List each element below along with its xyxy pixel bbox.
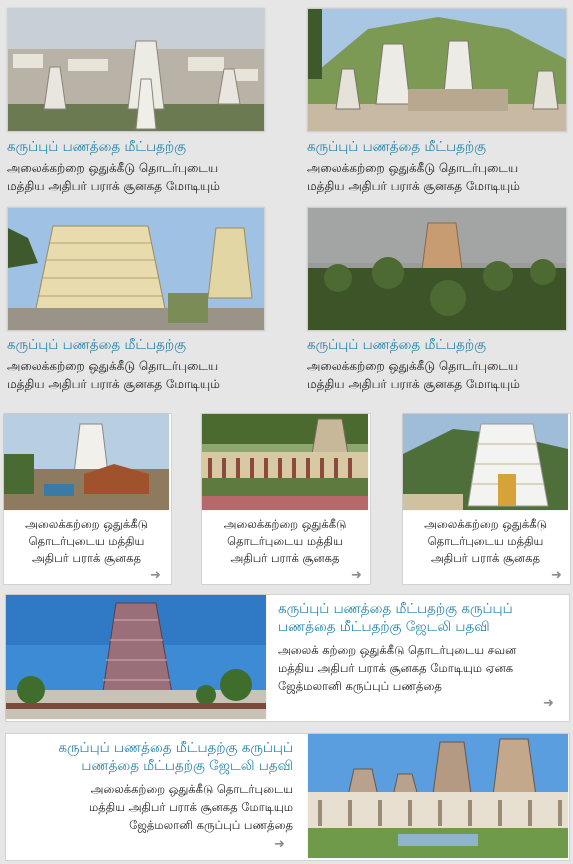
small-card-2-line-2: தொடர்புடைய மத்திய: [227, 534, 343, 548]
arrow-right-icon[interactable]: ➜: [543, 697, 554, 710]
card-2-description: அலைக்கற்றை ஒதுக்கீடு தொடர்புடைய மத்திய அ…: [307, 159, 520, 195]
card-4-desc-line-1: அலைக்கற்றை ஒதுக்கீடு தொடர்புடைய: [307, 359, 519, 373]
small-card-3-line-1: அலைக்கற்றை ஒதுக்கீடு: [424, 517, 547, 531]
arrow-right-icon[interactable]: ➜: [274, 838, 285, 851]
feature-b-image[interactable]: [308, 734, 568, 858]
small-card-3: அலைக்கற்றை ஒதுக்கீடு தொடர்புடைய மத்திய அ…: [402, 413, 571, 585]
feature-a-line-1: அலைக் கற்றை ஒதுக்கீடு தொடர்புடைய சவன: [278, 643, 517, 657]
card-1-image[interactable]: [7, 8, 265, 132]
card-4-description: அலைக்கற்றை ஒதுக்கீடு தொடர்புடைய மத்திய அ…: [307, 357, 520, 393]
feature-a-line-3: ஜேத்மலானி கருப்புப் பணத்தை: [278, 679, 442, 693]
small-card-3-description: அலைக்கற்றை ஒதுக்கீடு தொடர்புடைய மத்திய அ…: [403, 516, 568, 567]
card-4-desc-line-2: மத்திய அதிபர் பராக் சூனகத மோடியும்: [307, 377, 520, 391]
card-1-title[interactable]: கருப்புப் பணத்தை மீட்பதற்கு: [7, 139, 186, 156]
small-card-2-line-1: அலைக்கற்றை ஒதுக்கீடு: [223, 517, 347, 531]
feature-b-line-3: ஜேத்மலானி கருப்புப் பணத்தை: [129, 818, 293, 832]
feature-b-title-line-2[interactable]: பணத்தை மீட்பதற்கு ஜேடலி பதவி: [81, 758, 293, 775]
small-card-1-description: அலைக்கற்றை ஒதுக்கீடு தொடர்புடைய மத்திய அ…: [4, 516, 169, 567]
card-2-image[interactable]: [307, 8, 567, 132]
arrow-right-icon[interactable]: ➜: [351, 569, 362, 582]
small-card-2-description: அலைக்கற்றை ஒதுக்கீடு தொடர்புடைய மத்திய அ…: [202, 516, 368, 567]
feature-b-line-1: அலைக்கற்றை ஒதுக்கீடு தொடர்புடைய: [90, 782, 293, 796]
small-card-3-line-3: அதிபர் பராக் சூனகத: [431, 551, 540, 565]
card-3-desc-line-2: மத்திய அதிபர் பராக் சூனகத மோடியும்: [7, 377, 220, 391]
feature-b-description: அலைக்கற்றை ஒதுக்கீடு தொடர்புடைய மத்திய அ…: [89, 780, 293, 834]
feature-a-line-2: மத்திய அதிபர் பராக் சூனகத மோடியும ஏனக: [278, 661, 514, 675]
feature-a-image[interactable]: [6, 595, 266, 719]
small-card-3-line-2: தொடர்புடைய மத்திய: [427, 534, 544, 548]
small-card-1-line-1: அலைக்கற்றை ஒதுக்கீடு: [25, 517, 148, 531]
card-1-desc-line-2: மத்திய அதிபர் பராக் சூனகத மோடியும்: [7, 179, 220, 193]
small-card-2-line-3: அதிபர் பராக் சூனகத: [230, 551, 340, 565]
card-3-title[interactable]: கருப்புப் பணத்தை மீட்பதற்கு: [7, 337, 186, 354]
feature-b-title-line-1[interactable]: கருப்புப் பணத்தை மீட்பதற்கு கருப்புப்: [58, 740, 293, 757]
feature-b-line-2: மத்திய அதிபர் பராக் சூனகத மோடியும: [89, 800, 293, 814]
small-card-1-line-3: அதிபர் பராக் சூனகத: [32, 551, 141, 565]
card-2-desc-line-2: மத்திய அதிபர் பராக் சூனகத மோடியும்: [307, 179, 520, 193]
small-card-1: அலைக்கற்றை ஒதுக்கீடு தொடர்புடைய மத்திய அ…: [3, 413, 172, 585]
small-card-1-line-2: தொடர்புடைய மத்திய: [28, 534, 145, 548]
arrow-right-icon[interactable]: ➜: [551, 569, 562, 582]
arrow-right-icon[interactable]: ➜: [150, 569, 161, 582]
card-3-image[interactable]: [7, 207, 265, 331]
card-1-desc-line-1: அலைக்கற்றை ஒதுக்கீடு தொடர்புடைய: [7, 161, 219, 175]
feature-a: கருப்புப் பணத்தை மீட்பதற்கு கருப்புப் பண…: [5, 594, 570, 722]
feature-a-description: அலைக் கற்றை ஒதுக்கீடு தொடர்புடைய சவன மத்…: [278, 641, 516, 695]
feature-a-title-line-1[interactable]: கருப்புப் பணத்தை மீட்பதற்கு கருப்புப்: [278, 601, 513, 618]
small-card-2: அலைக்கற்றை ஒதுக்கீடு தொடர்புடைய மத்திய அ…: [201, 413, 371, 585]
feature-b: கருப்புப் பணத்தை மீட்பதற்கு கருப்புப் பண…: [5, 733, 570, 861]
card-2-desc-line-1: அலைக்கற்றை ஒதுக்கீடு தொடர்புடைய: [307, 161, 519, 175]
card-4-image[interactable]: [307, 207, 567, 331]
small-card-3-image[interactable]: [403, 414, 568, 510]
card-2-title[interactable]: கருப்புப் பணத்தை மீட்பதற்கு: [307, 139, 486, 156]
feature-a-title-line-2[interactable]: பணத்தை மீட்பதற்கு ஜேடலி பதவி: [278, 619, 490, 636]
small-card-2-image[interactable]: [202, 414, 368, 510]
card-4-title[interactable]: கருப்புப் பணத்தை மீட்பதற்கு: [307, 337, 486, 354]
small-card-1-image[interactable]: [4, 414, 169, 510]
card-3-description: அலைக்கற்றை ஒதுக்கீடு தொடர்புடைய மத்திய அ…: [7, 357, 220, 393]
card-1-description: அலைக்கற்றை ஒதுக்கீடு தொடர்புடைய மத்திய அ…: [7, 159, 220, 195]
card-3-desc-line-1: அலைக்கற்றை ஒதுக்கீடு தொடர்புடைய: [7, 359, 219, 373]
